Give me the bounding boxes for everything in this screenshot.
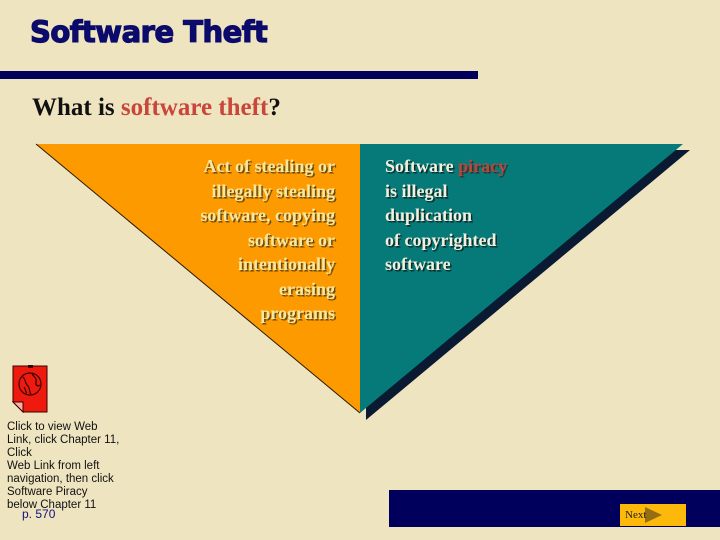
definition-line: erasing xyxy=(279,278,335,299)
web-link-globe-icon[interactable] xyxy=(12,365,48,413)
software-piracy-definition: Software piracy is illegal duplication o… xyxy=(385,154,585,277)
play-arrow-icon xyxy=(645,507,662,523)
piracy-first-line: Software piracy xyxy=(385,154,585,179)
instruction-line: navigation, then click xyxy=(7,473,114,485)
instruction-line: Web Link from left xyxy=(7,460,100,472)
definition-line: software, copying xyxy=(200,205,335,225)
web-link-instructions: Click to view Web Link, click Chapter 11… xyxy=(7,421,147,512)
piracy-line: of copyrighted xyxy=(385,229,497,250)
instruction-line: Click to view Web xyxy=(7,421,98,433)
instruction-line: Click xyxy=(7,447,32,459)
piracy-prefix: Software xyxy=(385,156,459,176)
software-theft-definition: Act of stealing or illegally stealing so… xyxy=(150,154,335,326)
definition-line: Act of stealing or xyxy=(203,156,335,176)
piracy-highlight: piracy xyxy=(458,156,508,176)
definition-line: intentionally xyxy=(237,254,335,274)
piracy-line: duplication xyxy=(385,205,473,225)
piracy-line: is illegal xyxy=(385,180,448,201)
definition-line: software or xyxy=(247,229,335,250)
next-label: Next xyxy=(625,509,647,521)
instruction-line: Software Piracy xyxy=(7,486,88,498)
next-button[interactable]: Next xyxy=(620,504,686,526)
definition-line: illegally stealing xyxy=(211,180,336,201)
piracy-line: software xyxy=(385,254,451,274)
page-reference: p. 570 xyxy=(22,507,56,521)
instruction-line: Link, click Chapter 11, xyxy=(7,434,120,446)
definition-line: programs xyxy=(260,303,335,323)
